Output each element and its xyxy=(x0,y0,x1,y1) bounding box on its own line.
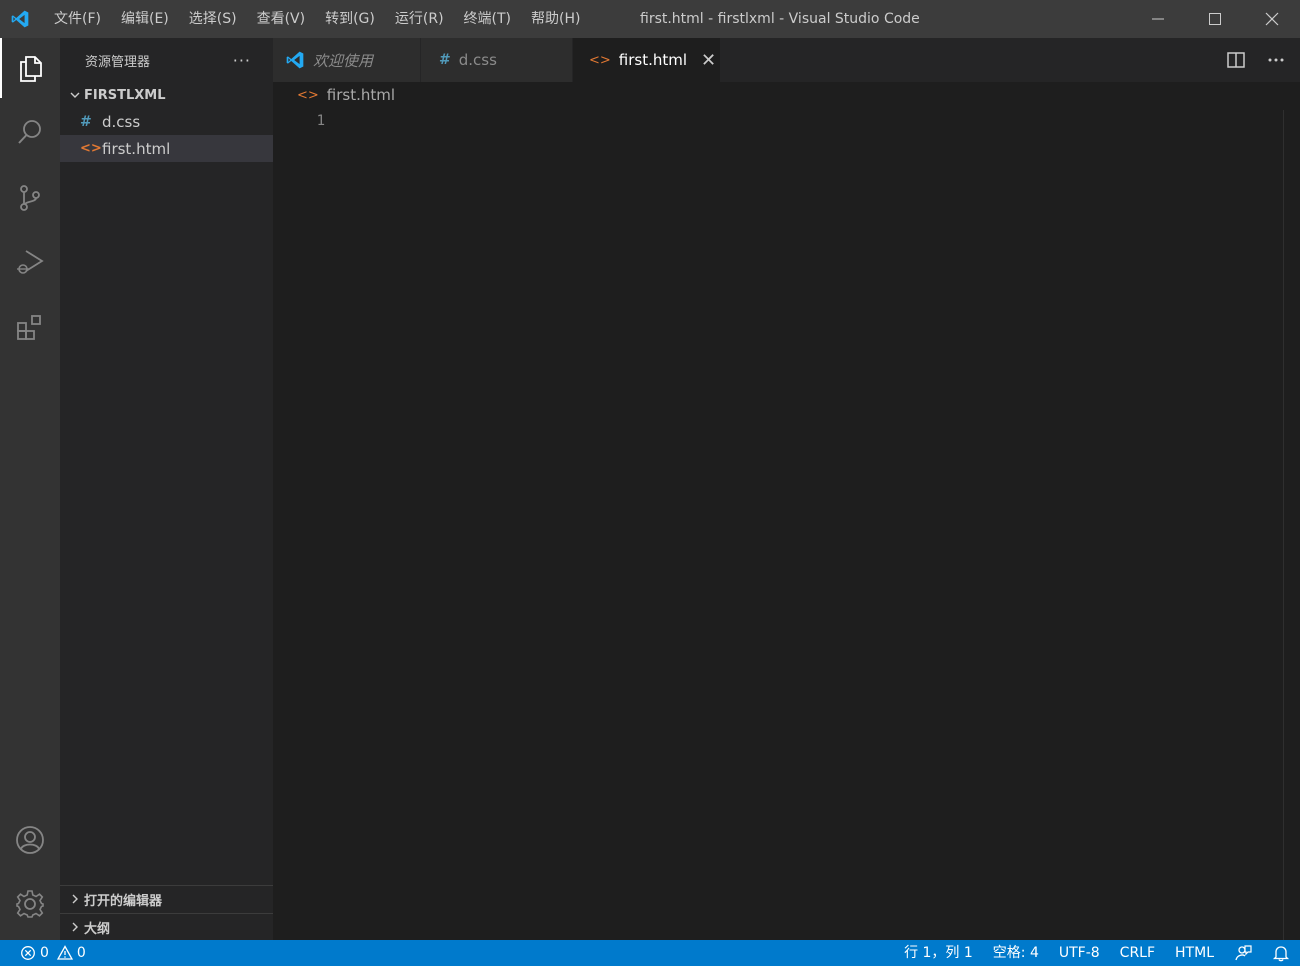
html-file-icon: <> xyxy=(80,141,102,156)
breadcrumb: <> first.html xyxy=(273,82,1300,108)
run-debug-icon xyxy=(17,250,44,274)
menu-view[interactable]: 查看(V) xyxy=(247,0,316,38)
split-editor-icon[interactable] xyxy=(1226,50,1246,70)
maximize-icon xyxy=(1208,13,1221,25)
code-editor[interactable]: <> first.html 1 xyxy=(273,82,1300,940)
tab-d-css[interactable]: # d.css xyxy=(421,38,573,82)
tab-label: d.css xyxy=(458,51,497,69)
menu-edit[interactable]: 编辑(E) xyxy=(111,0,179,38)
error-count: 0 xyxy=(40,945,49,961)
extensions-icon xyxy=(17,315,41,340)
vscode-logo-icon xyxy=(0,0,40,38)
warning-count: 0 xyxy=(76,945,86,961)
menu-help[interactable]: 帮助(H) xyxy=(521,0,590,38)
chevron-right-icon xyxy=(66,893,84,905)
explorer-button[interactable] xyxy=(0,38,60,98)
outline-section[interactable]: 大纲 xyxy=(60,913,273,940)
extensions-button[interactable] xyxy=(0,298,60,358)
css-file-icon: # xyxy=(80,113,92,130)
tab-first-html[interactable]: <> first.html ✕ xyxy=(573,38,721,82)
file-item-first-html[interactable]: <> first.html xyxy=(60,135,273,162)
feedback-button[interactable] xyxy=(1224,940,1262,966)
menu-selection[interactable]: 选择(S) xyxy=(179,0,247,38)
section-label: 大纲 xyxy=(84,921,111,937)
tab-label: 欢迎使用 xyxy=(313,51,374,70)
bell-icon xyxy=(1272,946,1290,962)
folder-firstlxml[interactable]: FIRSTLXML xyxy=(60,82,273,108)
search-icon xyxy=(18,120,41,144)
file-label: d.css xyxy=(102,112,141,131)
notifications-button[interactable] xyxy=(1262,940,1300,966)
cursor-position[interactable]: 行 1，列 1 xyxy=(894,940,983,966)
language-mode[interactable]: HTML xyxy=(1165,940,1224,966)
title-bar: 文件(F) 编辑(E) 选择(S) 查看(V) 转到(G) 运行(R) 终端(T… xyxy=(0,0,1300,38)
error-icon xyxy=(21,946,35,960)
css-file-icon: # xyxy=(439,52,451,68)
source-control-icon xyxy=(20,185,40,211)
close-icon xyxy=(1265,12,1278,26)
feedback-icon xyxy=(1235,945,1252,961)
breadcrumb-file[interactable]: first.html xyxy=(327,86,395,104)
more-actions-icon[interactable] xyxy=(1266,50,1286,70)
menu-go[interactable]: 转到(G) xyxy=(315,0,385,38)
file-label: first.html xyxy=(102,139,171,158)
activity-bar xyxy=(0,38,60,940)
chevron-right-icon xyxy=(66,921,84,933)
account-icon xyxy=(16,826,44,854)
menu-run[interactable]: 运行(R) xyxy=(385,0,454,38)
sidebar-title: 资源管理器 xyxy=(85,54,151,70)
minimize-button[interactable] xyxy=(1129,0,1186,38)
manage-button[interactable] xyxy=(0,874,60,934)
sidebar-header: 资源管理器 ··· xyxy=(60,38,273,82)
source-control-button[interactable] xyxy=(0,168,60,228)
window-controls xyxy=(1129,0,1300,38)
run-debug-button[interactable] xyxy=(0,232,60,292)
encoding-setting[interactable]: UTF-8 xyxy=(1049,940,1110,966)
status-right: 行 1，列 1 空格: 4 UTF-8 CRLF HTML xyxy=(894,940,1300,966)
problems-indicator[interactable]: 0 0 xyxy=(0,945,86,961)
eol-setting[interactable]: CRLF xyxy=(1110,940,1165,966)
menu-terminal[interactable]: 终端(T) xyxy=(454,0,521,38)
minimize-icon xyxy=(1151,18,1164,20)
search-button[interactable] xyxy=(0,102,60,162)
status-bar: 0 0 行 1，列 1 空格: 4 UTF-8 CRLF HTML xyxy=(0,940,1300,966)
menu-bar: 文件(F) 编辑(E) 选择(S) 查看(V) 转到(G) 运行(R) 终端(T… xyxy=(44,0,590,38)
scrollbar[interactable] xyxy=(1283,110,1284,940)
accounts-button[interactable] xyxy=(0,810,60,870)
maximize-button[interactable] xyxy=(1186,0,1243,38)
editor-actions xyxy=(1226,38,1286,82)
menu-file[interactable]: 文件(F) xyxy=(44,0,111,38)
warning-icon xyxy=(56,945,73,960)
chevron-down-icon xyxy=(66,89,84,101)
file-item-d-css[interactable]: # d.css xyxy=(60,108,273,135)
html-file-icon: <> xyxy=(297,87,319,103)
window-title: first.html - firstlxml - Visual Studio C… xyxy=(640,11,920,27)
vscode-logo-icon xyxy=(285,50,305,70)
html-file-icon: <> xyxy=(589,52,611,68)
folder-label: FIRSTLXML xyxy=(84,87,166,103)
close-tab-icon[interactable]: ✕ xyxy=(701,50,716,71)
code-line[interactable]: 1 xyxy=(273,108,1300,134)
editor-tab-bar: 欢迎使用 # d.css <> first.html ✕ xyxy=(273,38,1300,82)
indentation-setting[interactable]: 空格: 4 xyxy=(983,940,1049,966)
line-number: 1 xyxy=(316,113,325,129)
section-label: 打开的编辑器 xyxy=(84,893,163,909)
files-icon xyxy=(20,56,42,82)
explorer-sidebar: 资源管理器 ··· FIRSTLXML # d.css <> first.htm… xyxy=(60,38,273,940)
close-window-button[interactable] xyxy=(1243,0,1300,38)
tab-welcome[interactable]: 欢迎使用 xyxy=(273,38,421,82)
more-actions-icon[interactable]: ··· xyxy=(233,51,251,70)
open-editors-section[interactable]: 打开的编辑器 xyxy=(60,885,273,912)
tab-label: first.html xyxy=(618,51,688,69)
gear-icon xyxy=(16,890,44,918)
